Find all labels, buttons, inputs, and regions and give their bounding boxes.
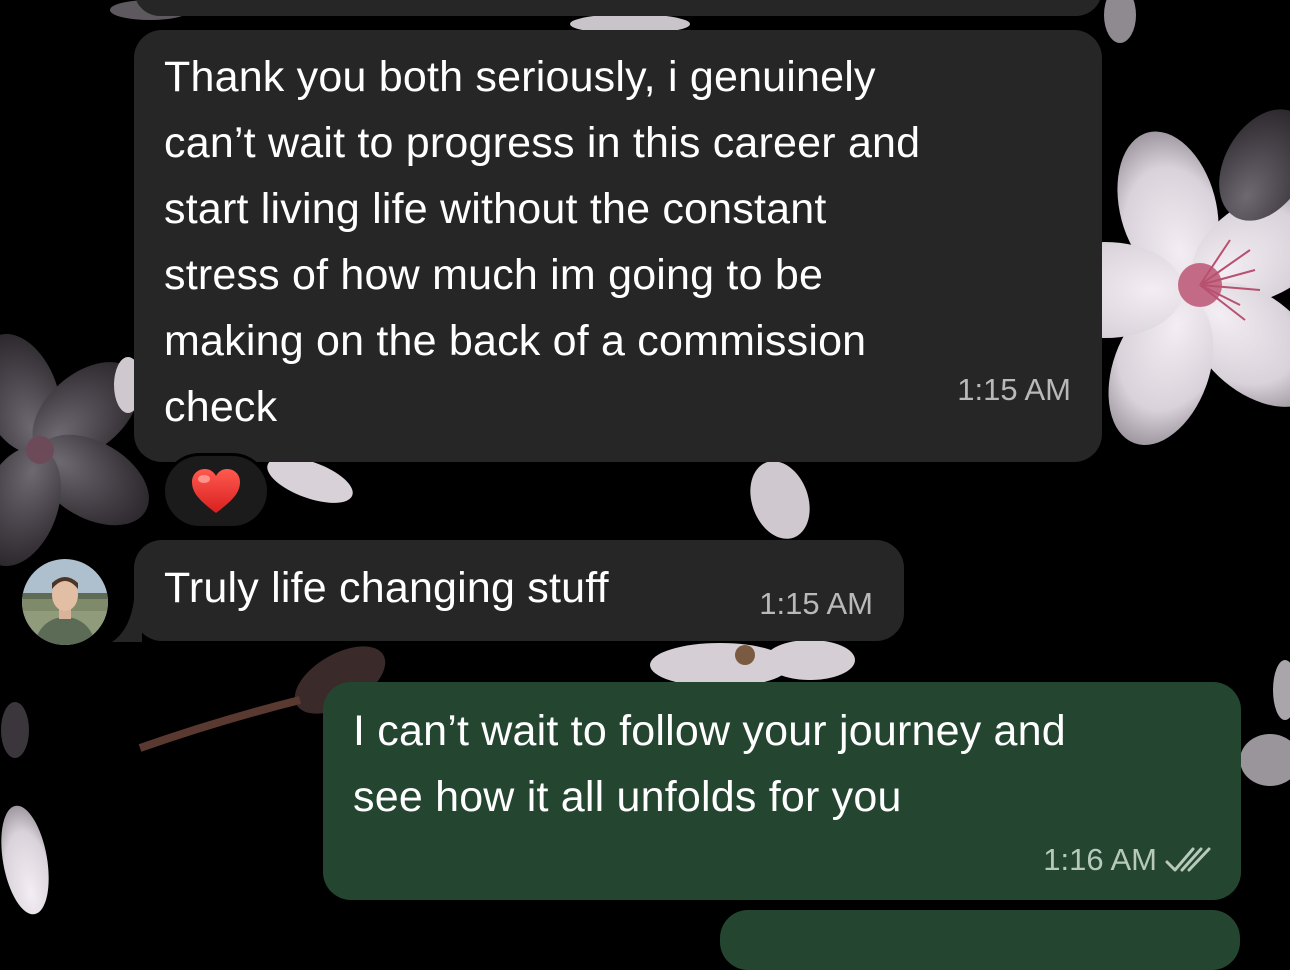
profile-photo <box>22 559 108 645</box>
message-bubble-outgoing[interactable]: I can’t wait to follow your journey and … <box>323 682 1241 900</box>
reaction-badge[interactable] <box>162 453 270 529</box>
next-message-bubble[interactable] <box>720 910 1240 970</box>
message-text: I can’t wait to follow your journey and … <box>353 707 1066 821</box>
message-bubble-incoming[interactable]: Truly life changing stuff 1:15 AM <box>134 540 904 641</box>
message-bubble-incoming[interactable]: Thank you both seriously, i genuinely ca… <box>134 30 1102 462</box>
message-text: Thank you both seriously, i genuinely ca… <box>164 53 921 431</box>
heart-icon <box>192 469 240 513</box>
message-timestamp: 1:16 AM <box>1043 842 1157 877</box>
message-text: Truly life changing stuff <box>164 564 609 612</box>
message-timestamp: 1:15 AM <box>759 586 873 621</box>
previous-message-bubble[interactable] <box>134 0 1102 16</box>
double-check-read-icon <box>1165 847 1211 872</box>
sender-avatar[interactable] <box>22 559 108 645</box>
message-timestamp: 1:15 AM <box>957 372 1071 407</box>
